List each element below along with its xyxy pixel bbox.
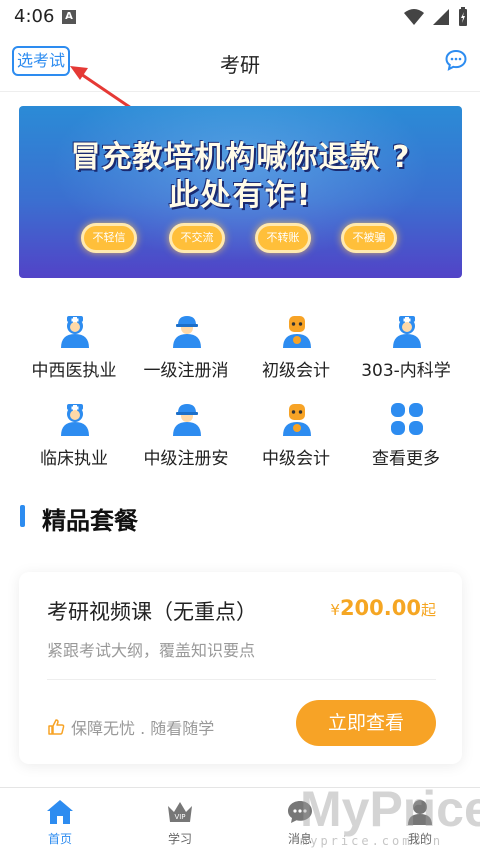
notification-icon: A: [62, 10, 76, 24]
chat-bubble-icon[interactable]: [444, 48, 468, 72]
category-item[interactable]: 中级会计: [236, 402, 356, 482]
category-item[interactable]: 一级注册消: [126, 314, 246, 394]
bottom-tab-bar: 首页 VIP 学习 消息 我的: [0, 787, 480, 853]
price-suffix: 起: [420, 601, 436, 619]
card-divider: [47, 679, 436, 680]
worker-icon: [173, 404, 201, 436]
tab-mine[interactable]: 我的: [360, 788, 480, 853]
thumbs-up-icon: [48, 719, 65, 735]
user-icon: [408, 800, 432, 825]
signal-icon: [433, 9, 449, 25]
battery-icon: [459, 7, 467, 26]
tab-label: 消息: [287, 832, 312, 846]
section-title: 精品套餐: [42, 507, 138, 535]
banner-subheadline: 此处有诈!: [168, 178, 313, 213]
status-icons: [404, 7, 468, 27]
tab-study[interactable]: VIP 学习: [120, 788, 240, 853]
category-item[interactable]: 临床执业: [14, 402, 134, 482]
svg-text:VIP: VIP: [174, 813, 185, 821]
price-amount: 200.00: [339, 596, 421, 620]
category-label: 查看更多: [372, 449, 440, 469]
view-now-button[interactable]: 立即查看: [296, 700, 436, 746]
nav-header: 选考试 考研: [0, 34, 480, 92]
wifi-icon: [404, 9, 424, 25]
tab-label: 首页: [47, 832, 72, 846]
promo-banner[interactable]: 冒充教培机构喊你退款 ? 此处有诈! 不轻信 不交流 不转账 不被骗: [19, 106, 462, 278]
category-label: 303-内科学: [361, 361, 451, 381]
page-title: 考研: [220, 53, 260, 77]
doctor-icon: [61, 404, 89, 436]
category-label: 一级注册消: [143, 361, 229, 381]
tab-label: 学习: [167, 832, 192, 846]
tab-home[interactable]: 首页: [0, 788, 120, 853]
tab-label: 我的: [407, 832, 432, 846]
price-symbol: ¥: [330, 601, 340, 619]
vip-crown-icon: VIP: [168, 802, 192, 822]
category-label: 中级会计: [262, 449, 330, 469]
package-price: ¥200.00起: [330, 596, 436, 620]
status-time: 4:06: [14, 6, 55, 27]
category-item[interactable]: 中级注册安: [126, 402, 246, 482]
banner-pill: 不交流: [169, 223, 225, 253]
message-icon: [288, 801, 312, 823]
package-title: 考研视频课（无重点）: [47, 600, 257, 624]
home-icon: [47, 800, 73, 824]
guarantee-text: 保障无忧 . 随看随学: [71, 719, 215, 738]
category-item[interactable]: 初级会计: [236, 314, 356, 394]
banner-pill: 不转账: [255, 223, 311, 253]
tab-messages[interactable]: 消息: [240, 788, 360, 853]
category-item[interactable]: 中西医执业: [14, 314, 134, 394]
grid-more-icon: [391, 403, 423, 435]
category-label: 初级会计: [262, 361, 330, 381]
category-label: 中西医执业: [31, 361, 117, 381]
doctor-icon: [393, 316, 421, 348]
category-item[interactable]: 查看更多: [346, 402, 466, 482]
worker-icon: [173, 316, 201, 348]
doctor-icon: [61, 316, 89, 348]
banner-pill: 不被骗: [341, 223, 397, 253]
package-subtitle: 紧跟考试大纲，覆盖知识要点: [47, 641, 256, 660]
category-item[interactable]: 303-内科学: [346, 314, 466, 394]
section-accent-bar: [20, 505, 25, 527]
guarantee-row: 保障无忧 . 随看随学: [47, 715, 214, 739]
status-bar: 4:06 A: [0, 0, 480, 34]
category-label: 临床执业: [40, 449, 108, 469]
banner-pill: 不轻信: [81, 223, 137, 253]
accountant-icon: [283, 404, 311, 436]
package-card[interactable]: 考研视频课（无重点） ¥200.00起 紧跟考试大纲，覆盖知识要点 保障无忧 .…: [19, 572, 462, 764]
accountant-icon: [283, 316, 311, 348]
category-label: 中级注册安: [143, 449, 229, 469]
